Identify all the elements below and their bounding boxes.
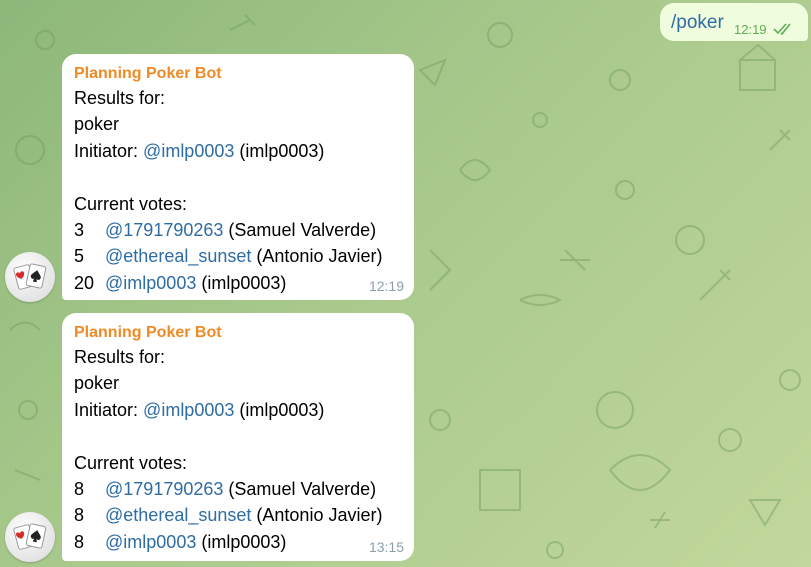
vote-row: 8 @imlp0003 (imlp0003) [74,529,402,555]
votes-label: Current votes: [74,452,188,473]
outgoing-message[interactable]: /poker 12:19 [660,3,808,41]
vote-row: 5 @ethereal_sunset (Antonio Javier) [74,243,402,269]
initiator-label: Initiator: [74,399,139,420]
bot-avatar[interactable] [5,512,55,562]
voter-name: (Samuel Valverde) [228,219,377,240]
vote-row: 8 @1791790263 (Samuel Valverde) [74,476,402,502]
voter-mention-link[interactable]: @1791790263 [105,479,223,499]
topic-text: poker [74,373,120,394]
vote-row: 3 @1791790263 (Samuel Valverde) [74,217,402,243]
topic-text: poker [74,114,120,135]
outgoing-message-time: 12:19 [734,22,767,37]
message-time: 13:15 [368,539,404,555]
vote-value: 8 [74,478,85,499]
voter-mention-link[interactable]: @ethereal_sunset [105,505,251,525]
initiator-label: Initiator: [74,140,139,161]
bot-message[interactable]: Planning Poker Bot Results for: poker In… [62,54,414,300]
initiator-mention-link[interactable]: @imlp0003 [143,141,234,161]
vote-value: 20 [74,272,95,293]
voter-name: (imlp0003) [201,531,287,552]
voter-name: (imlp0003) [201,272,287,293]
votes-label: Current votes: [74,193,188,214]
voter-mention-link[interactable]: @ethereal_sunset [105,246,251,266]
playing-cards-icon [13,523,47,550]
voter-mention-link[interactable]: @1791790263 [105,220,223,240]
voter-name: (Samuel Valverde) [228,478,377,499]
vote-row: 20 @imlp0003 (imlp0003) [74,270,402,296]
voter-name: (Antonio Javier) [256,246,383,267]
bot-avatar[interactable] [5,252,55,302]
initiator-name: (imlp0003) [239,399,325,420]
voter-mention-link[interactable]: @imlp0003 [105,532,196,552]
sender-name[interactable]: Planning Poker Bot [74,322,402,344]
vote-value: 5 [74,246,85,267]
vote-value: 8 [74,505,85,526]
voter-mention-link[interactable]: @imlp0003 [105,273,196,293]
vote-value: 3 [74,219,85,240]
outgoing-message-text: /poker [671,12,724,33]
double-check-icon [773,23,791,36]
sender-name[interactable]: Planning Poker Bot [74,63,402,85]
initiator-name: (imlp0003) [239,140,325,161]
vote-value: 8 [74,531,85,552]
initiator-line: Initiator: @imlp0003 (imlp0003) [74,138,402,164]
vote-row: 8 @ethereal_sunset (Antonio Javier) [74,502,402,528]
results-label: Results for: [74,347,166,367]
initiator-line: Initiator: @imlp0003 (imlp0003) [74,397,402,423]
voter-name: (Antonio Javier) [256,505,383,526]
results-label: Results for: [74,88,166,108]
bot-message[interactable]: Planning Poker Bot Results for: poker In… [62,313,414,561]
playing-cards-icon [13,263,47,290]
initiator-mention-link[interactable]: @imlp0003 [143,400,234,420]
message-time: 12:19 [368,278,404,294]
